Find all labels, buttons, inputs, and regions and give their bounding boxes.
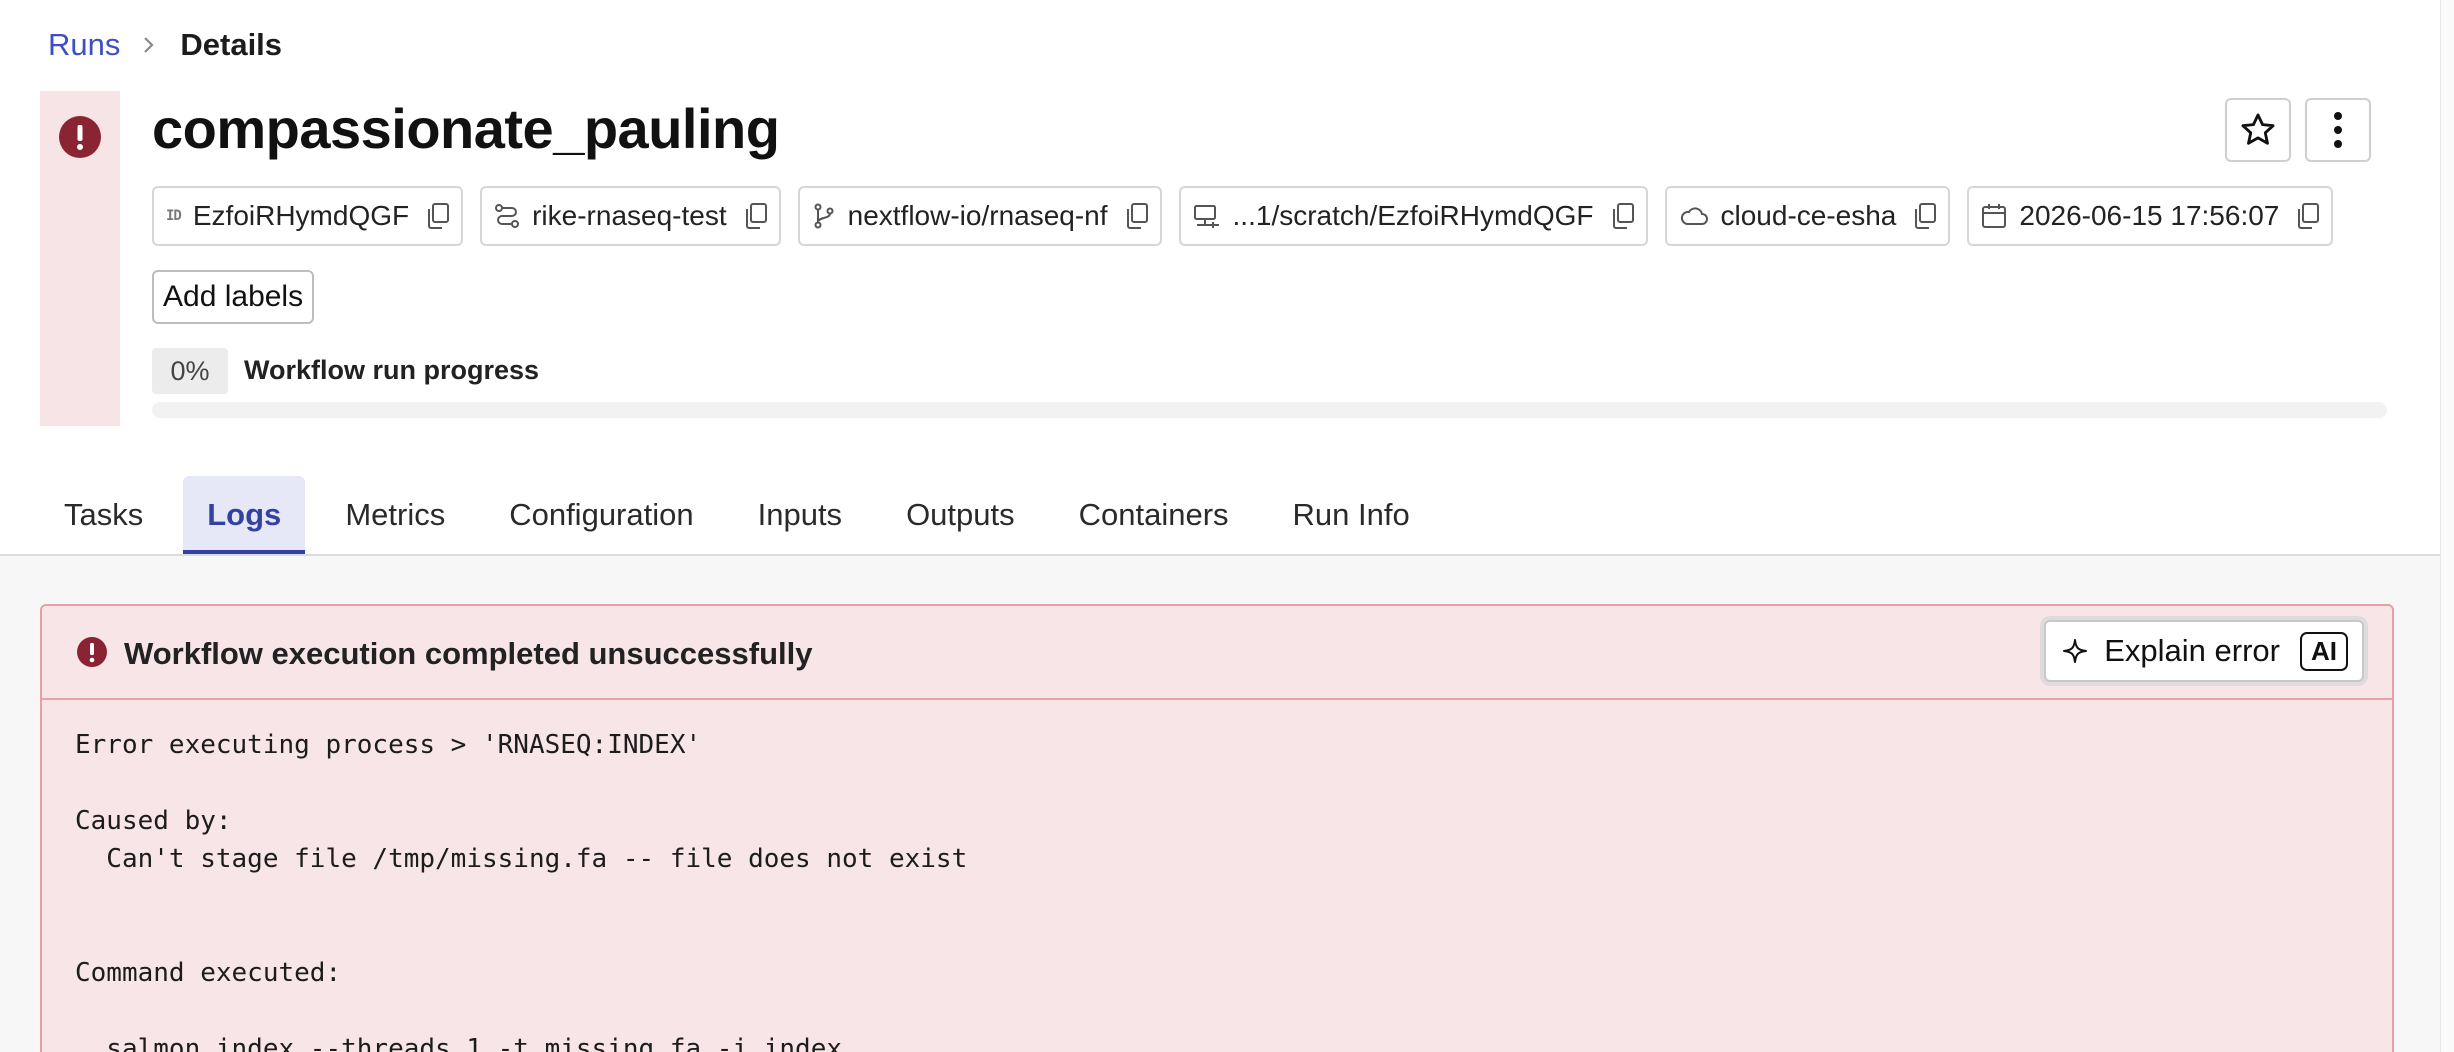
chip-workspace: rike-rnaseq-test xyxy=(480,186,781,246)
chevron-right-icon xyxy=(142,35,156,55)
chip-compute-env: cloud-ce-esha xyxy=(1664,186,1951,246)
explain-error-label: Explain error xyxy=(2104,633,2280,668)
copy-icon[interactable] xyxy=(1610,202,1636,230)
chip-run-id: ID EzfoiRHymdQGF xyxy=(152,186,464,246)
chip-date: 2026-06-15 17:56:07 xyxy=(1967,186,2334,246)
chip-compute-env-text: cloud-ce-esha xyxy=(1720,200,1897,231)
log-line: Caused by: xyxy=(75,806,232,836)
log-line: Error executing process > 'RNASEQ:INDEX' xyxy=(75,730,702,760)
run-metadata-chips: ID EzfoiRHymdQGF rike-rnaseq-test nextfl… xyxy=(152,186,2334,246)
breadcrumb-runs-link[interactable]: Runs xyxy=(48,27,120,63)
log-line: Can't stage file /tmp/missing.fa -- file… xyxy=(75,844,968,874)
star-button[interactable] xyxy=(2225,98,2291,162)
error-title: Workflow execution completed unsuccessfu… xyxy=(124,636,813,671)
storage-icon xyxy=(1193,203,1221,229)
sparkle-icon xyxy=(2062,638,2088,664)
chip-workdir: ...1/scratch/EzfoiRHymdQGF xyxy=(1178,186,1648,246)
tab-containers[interactable]: Containers xyxy=(1055,476,1253,554)
copy-icon[interactable] xyxy=(2295,202,2321,230)
chip-date-text: 2026-06-15 17:56:07 xyxy=(2019,200,2280,231)
error-header: Workflow execution completed unsuccessfu… xyxy=(42,606,2392,700)
page-scrollbar[interactable] xyxy=(2440,0,2454,1052)
progress-bar xyxy=(152,402,2387,418)
tab-tasks[interactable]: Tasks xyxy=(40,476,167,554)
tab-configuration[interactable]: Configuration xyxy=(485,476,717,554)
more-options-button[interactable] xyxy=(2305,98,2371,162)
tab-run-info[interactable]: Run Info xyxy=(1269,476,1434,554)
tab-logs[interactable]: Logs xyxy=(183,476,306,554)
calendar-icon xyxy=(1981,203,2007,229)
ai-badge: AI xyxy=(2300,631,2348,671)
error-status-icon xyxy=(59,116,101,158)
log-line: salmon index --threads 1 -t missing.fa -… xyxy=(75,1034,843,1052)
tab-inputs[interactable]: Inputs xyxy=(734,476,866,554)
error-panel: Workflow execution completed unsuccessfu… xyxy=(40,604,2394,1052)
chip-repository-text: nextflow-io/rnaseq-nf xyxy=(847,200,1108,231)
breadcrumb-current: Details xyxy=(180,27,283,62)
progress-label: Workflow run progress xyxy=(244,355,540,385)
pipeline-icon xyxy=(494,203,520,229)
chip-workdir-text: ...1/scratch/EzfoiRHymdQGF xyxy=(1232,200,1594,231)
copy-icon[interactable] xyxy=(1912,202,1938,230)
id-icon: ID xyxy=(166,208,182,224)
more-vertical-icon xyxy=(2334,112,2342,148)
git-branch-icon xyxy=(812,203,836,229)
breadcrumb: Runs Details xyxy=(48,24,282,66)
copy-icon[interactable] xyxy=(425,202,451,230)
error-icon xyxy=(77,637,107,667)
chip-workspace-text: rike-rnaseq-test xyxy=(532,200,727,231)
error-log: Error executing process > 'RNASEQ:INDEX'… xyxy=(75,726,967,1052)
cloud-icon xyxy=(1679,205,1709,227)
star-icon xyxy=(2241,113,2275,145)
run-tabs: Tasks Logs Metrics Configuration Inputs … xyxy=(40,476,1450,554)
copy-icon[interactable] xyxy=(1124,202,1150,230)
explain-error-button[interactable]: Explain error AI xyxy=(2044,620,2364,682)
copy-icon[interactable] xyxy=(743,202,769,230)
tab-metrics[interactable]: Metrics xyxy=(321,476,469,554)
chip-run-id-text: EzfoiRHymdQGF xyxy=(192,200,410,231)
progress-percent: 0% xyxy=(152,348,228,394)
chip-repository: nextflow-io/rnaseq-nf xyxy=(797,186,1162,246)
tab-outputs[interactable]: Outputs xyxy=(882,476,1039,554)
run-status-strip xyxy=(40,91,120,426)
add-labels-button[interactable]: Add labels xyxy=(152,270,315,324)
log-line: Command executed: xyxy=(75,958,342,988)
run-title: compassionate_pauling xyxy=(152,97,780,160)
